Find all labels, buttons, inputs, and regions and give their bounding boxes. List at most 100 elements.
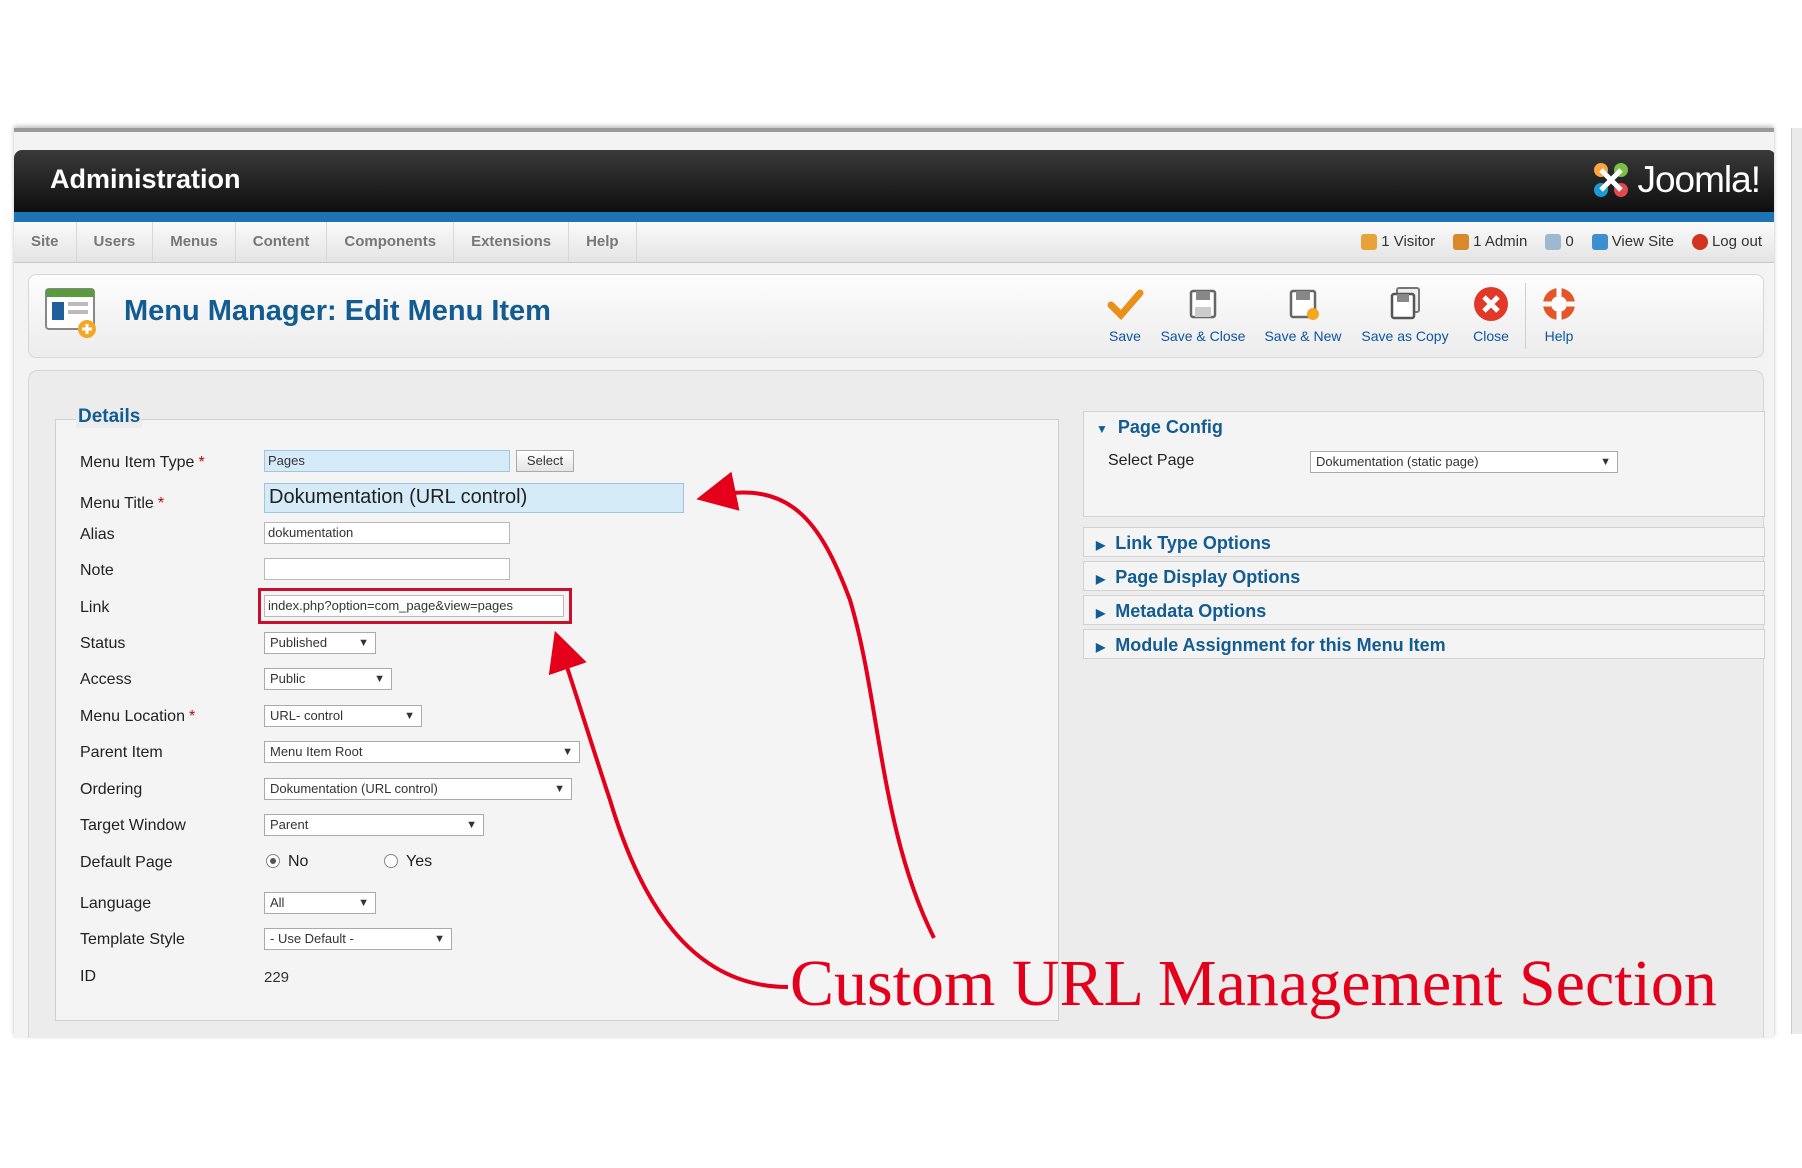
help-button[interactable]: Help (1533, 285, 1585, 344)
menu-menus[interactable]: Menus (153, 222, 236, 262)
menu-location-label: Menu Location * (80, 708, 196, 725)
note-input[interactable] (264, 558, 510, 580)
message-count[interactable]: 0 (1545, 222, 1574, 262)
id-value: 229 (264, 969, 290, 986)
metadata-options-header[interactable]: ▶ Metadata Options (1096, 596, 1266, 626)
chevron-down-icon: ▼ (562, 746, 573, 758)
admin-title: Administration (50, 164, 241, 194)
floppy-disk-plus-icon (1289, 289, 1319, 320)
menu-site[interactable]: Site (14, 222, 77, 262)
save-new-button[interactable]: Save & New (1257, 285, 1349, 344)
status-select[interactable]: Published ▼ (264, 632, 376, 654)
menu-users[interactable]: Users (77, 222, 154, 262)
save-copy-label: Save as Copy (1361, 328, 1449, 344)
save-button[interactable]: Save (1097, 285, 1153, 344)
ordering-value: Dokumentation (URL control) (270, 781, 438, 796)
default-page-no-radio[interactable] (266, 854, 280, 868)
select-page-select[interactable]: Dokumentation (static page) ▼ (1310, 451, 1618, 473)
save-label: Save (1109, 328, 1141, 344)
link-type-options-header[interactable]: ▶ Link Type Options (1096, 528, 1271, 558)
target-window-select[interactable]: Parent ▼ (264, 814, 484, 836)
joomla-logo-icon (1594, 163, 1629, 197)
template-style-value: - Use Default - (270, 931, 354, 946)
ordering-select[interactable]: Dokumentation (URL control) ▼ (264, 778, 572, 800)
admin-count: 1 Admin (1453, 222, 1527, 262)
alias-input[interactable]: dokumentation (264, 522, 510, 544)
template-style-select[interactable]: - Use Default - ▼ (264, 928, 452, 950)
save-copy-button[interactable]: Save as Copy (1351, 285, 1459, 344)
default-page-yes-label: Yes (406, 853, 433, 870)
menu-title-label: Menu Title * (80, 495, 165, 512)
chevron-down-icon: ▼ (554, 783, 565, 795)
menu-manager-icon (45, 288, 96, 338)
triangle-right-icon: ▶ (1096, 606, 1106, 620)
joomla-logo: Joomla! (1589, 158, 1761, 202)
triangle-right-icon: ▶ (1096, 640, 1106, 654)
link-highlight-box (258, 588, 572, 624)
details-legend: Details (76, 406, 143, 428)
status-bar: 1 Visitor 1 Admin 0 View Site Log out (1361, 222, 1762, 262)
note-label: Note (80, 562, 114, 579)
menu-help[interactable]: Help (569, 222, 637, 262)
chevron-down-icon: ▼ (434, 933, 445, 945)
main-menubar: Site Users Menus Content Components Exte… (14, 222, 1774, 263)
status-label: Status (80, 635, 126, 652)
parent-item-select[interactable]: Menu Item Root ▼ (264, 741, 580, 763)
menu-title-input[interactable]: Dokumentation (URL control) (264, 483, 684, 513)
language-value: All (270, 895, 285, 910)
help-label: Help (1544, 328, 1574, 344)
triangle-right-icon: ▶ (1096, 572, 1106, 586)
chevron-down-icon: ▼ (1600, 456, 1611, 468)
monitor-icon (1591, 234, 1608, 250)
menu-location-value: URL- control (270, 708, 343, 723)
link-type-options-title: Link Type Options (1115, 533, 1271, 553)
page-display-options-header[interactable]: ▶ Page Display Options (1096, 562, 1300, 592)
link-type-options-panel[interactable]: ▶ Link Type Options (1083, 527, 1765, 557)
menu-extensions[interactable]: Extensions (454, 222, 570, 262)
chevron-down-icon: ▼ (404, 710, 415, 722)
link-label: Link (80, 599, 110, 616)
lifebuoy-icon (1543, 288, 1575, 320)
window-scrollbar[interactable] (1791, 128, 1802, 1034)
admin-header: Administration Joomla! (14, 150, 1774, 212)
parent-item-label: Parent Item (80, 744, 163, 761)
select-type-button[interactable]: Select (516, 450, 574, 472)
menu-components[interactable]: Components (327, 222, 455, 262)
module-assignment-title: Module Assignment for this Menu Item (1115, 635, 1446, 655)
admin-window: Administration Joomla! Site Users Menus … (14, 128, 1774, 1038)
page-title: Menu Manager: Edit Menu Item (124, 295, 551, 327)
default-page-yes-radio[interactable] (384, 854, 398, 868)
module-assignment-header[interactable]: ▶ Module Assignment for this Menu Item (1096, 630, 1446, 660)
details-fieldset: Details Menu Item Type * Pages Select Men… (55, 406, 1059, 1021)
page-display-options-panel[interactable]: ▶ Page Display Options (1083, 561, 1765, 591)
edit-form: Details Menu Item Type * Pages Select Men… (28, 370, 1765, 1038)
checkmark-icon (1107, 289, 1144, 321)
triangle-right-icon: ▶ (1096, 538, 1106, 552)
id-label: ID (80, 968, 96, 985)
menu-location-select[interactable]: URL- control ▼ (264, 705, 422, 727)
access-select[interactable]: Public ▼ (264, 668, 392, 690)
close-button[interactable]: Close (1465, 285, 1517, 344)
menu-content[interactable]: Content (236, 222, 328, 262)
menu-item-type-field[interactable]: Pages (264, 450, 510, 472)
language-select[interactable]: All ▼ (264, 892, 376, 914)
logout-link[interactable]: Log out (1691, 222, 1762, 262)
page-display-options-title: Page Display Options (1115, 567, 1301, 587)
access-value: Public (270, 671, 306, 686)
view-site-link[interactable]: View Site (1591, 222, 1674, 262)
page-config-header[interactable]: ▼ Page Config (1096, 412, 1223, 442)
target-window-label: Target Window (80, 817, 186, 834)
view-site-label: View Site (1611, 233, 1674, 250)
page-config-panel: ▼ Page Config Select Page Dokumentation (… (1083, 411, 1765, 517)
module-assignment-panel[interactable]: ▶ Module Assignment for this Menu Item (1083, 629, 1765, 659)
visitor-icon (1361, 234, 1378, 250)
chevron-down-icon: ▼ (466, 819, 477, 831)
admin-label: 1 Admin (1473, 233, 1528, 250)
save-close-button[interactable]: Save & Close (1155, 285, 1251, 344)
metadata-options-panel[interactable]: ▶ Metadata Options (1083, 595, 1765, 625)
access-label: Access (80, 671, 132, 688)
admin-icon (1453, 234, 1470, 250)
logout-icon (1691, 234, 1708, 250)
toolbar: Menu Manager: Edit Menu Item Save Save &… (28, 274, 1764, 358)
ordering-label: Ordering (80, 781, 143, 798)
